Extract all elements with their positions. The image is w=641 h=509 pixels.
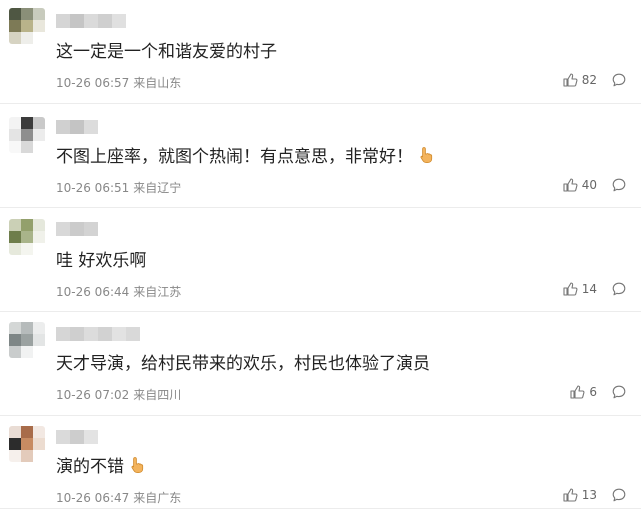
comment-text: 哇 好欢乐啊 [56, 250, 146, 272]
reply-comment-icon[interactable] [611, 72, 627, 88]
comment-text: 演的不错 [56, 456, 144, 478]
reply-comment-icon[interactable] [611, 487, 627, 503]
comment-meta: 10-26 06:47 来自广东 [56, 489, 181, 506]
comment-item: 天才导演，给村民带来的欢乐，村民也体验了演员 10-26 07:02 来自四川 6 [0, 312, 641, 416]
like-button[interactable]: 13 [563, 488, 597, 502]
thumbs-up-emoji-icon [419, 146, 433, 163]
comment-text-content: 天才导演，给村民带来的欢乐，村民也体验了演员 [56, 354, 430, 374]
like-count: 40 [581, 178, 597, 192]
comment-location: 来自广东 [133, 491, 182, 505]
comment-text-content: 这一定是一个和谐友爱的村子 [56, 42, 277, 62]
like-count: 13 [581, 488, 597, 502]
avatar[interactable] [9, 219, 45, 255]
like-button[interactable]: 82 [563, 73, 597, 87]
avatar[interactable] [9, 426, 45, 462]
comment-location: 来自山东 [133, 76, 182, 90]
comment-meta: 10-26 06:57 来自山东 [56, 74, 181, 91]
comment-time: 10-26 06:57 [56, 76, 130, 90]
reply-comment-icon[interactable] [611, 384, 627, 400]
comment-time: 10-26 06:47 [56, 491, 130, 505]
reply-comment-icon[interactable] [611, 177, 627, 193]
reply-comment-icon[interactable] [611, 281, 627, 297]
avatar[interactable] [9, 117, 45, 153]
comment-meta: 10-26 06:51 来自辽宁 [56, 179, 181, 196]
avatar[interactable] [9, 322, 45, 358]
avatar[interactable] [9, 8, 45, 44]
comment-text: 不图上座率，就图个热闹！有点意思，非常好！ [56, 146, 433, 168]
comment-item: 哇 好欢乐啊 10-26 06:44 来自江苏 14 [0, 208, 641, 312]
comment-item: 演的不错 10-26 06:47 来自广东 13 [0, 416, 641, 509]
username-blurred[interactable] [56, 14, 126, 28]
username-blurred[interactable] [56, 222, 98, 236]
like-count: 6 [589, 385, 597, 399]
like-button[interactable]: 14 [563, 282, 597, 296]
thumbs-up-icon [563, 488, 578, 502]
like-count: 82 [581, 73, 597, 87]
comment-text-content: 不图上座率，就图个热闹！有点意思，非常好！ [56, 147, 413, 167]
comment-location: 来自辽宁 [133, 181, 182, 195]
thumbs-up-icon [563, 178, 578, 192]
comment-list: 这一定是一个和谐友爱的村子 10-26 06:57 来自山东 82 不图上座率，就图个热… [0, 0, 641, 509]
username-blurred[interactable] [56, 430, 98, 444]
like-button[interactable]: 6 [570, 385, 597, 399]
comment-meta: 10-26 06:44 来自江苏 [56, 283, 181, 300]
comment-item: 不图上座率，就图个热闹！有点意思，非常好！ 10-26 06:51 来自辽宁 40 [0, 104, 641, 208]
comment-text: 天才导演，给村民带来的欢乐，村民也体验了演员 [56, 353, 430, 375]
comment-text: 这一定是一个和谐友爱的村子 [56, 41, 277, 63]
comment-text-content: 演的不错 [56, 457, 124, 477]
comment-text-content: 哇 好欢乐啊 [56, 251, 147, 271]
comment-meta: 10-26 07:02 来自四川 [56, 386, 181, 403]
comment-item: 这一定是一个和谐友爱的村子 10-26 06:57 来自山东 82 [0, 0, 641, 104]
thumbs-up-icon [570, 385, 585, 399]
thumbs-up-emoji-icon [130, 456, 144, 473]
comment-location: 来自四川 [133, 388, 182, 402]
thumbs-up-icon [563, 282, 578, 296]
like-button[interactable]: 40 [563, 178, 597, 192]
comment-time: 10-26 07:02 [56, 388, 130, 402]
username-blurred[interactable] [56, 327, 140, 341]
comment-time: 10-26 06:51 [56, 181, 130, 195]
like-count: 14 [581, 282, 597, 296]
thumbs-up-icon [563, 73, 578, 87]
comment-location: 来自江苏 [133, 285, 182, 299]
comment-time: 10-26 06:44 [56, 285, 130, 299]
username-blurred[interactable] [56, 120, 98, 134]
